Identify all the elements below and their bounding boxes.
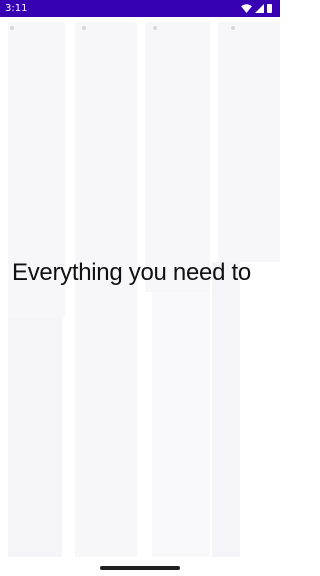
loading-placeholder [8,317,62,557]
dot-icon [82,26,86,30]
loading-placeholder [218,22,280,262]
dot-icon [153,26,157,30]
loading-placeholder [212,262,240,557]
loading-placeholder [145,22,210,292]
dot-icon [10,26,14,30]
content-area[interactable]: Everything you need to [0,17,280,562]
signal-icon [255,4,264,13]
battery-icon [267,4,272,13]
navigation-bar [0,562,280,576]
loading-placeholder [152,292,210,557]
status-icons [241,4,272,13]
dot-icon [231,26,235,30]
wifi-icon [241,4,252,13]
home-gesture-handle[interactable] [100,566,180,570]
status-bar: 3:11 [0,0,280,17]
loading-placeholder [75,22,137,557]
status-time: 3:11 [5,3,28,14]
headline: Everything you need to [12,259,251,286]
